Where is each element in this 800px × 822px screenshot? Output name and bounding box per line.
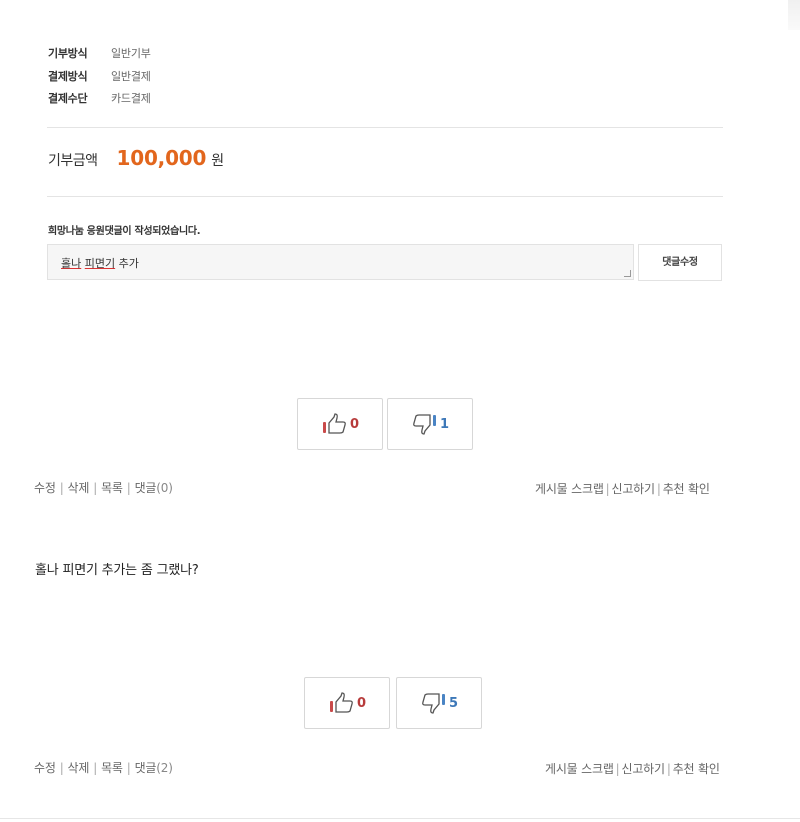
comment-text-word: 피면기 [84,257,116,270]
upvote-count: 0 [356,695,367,711]
comment-notice: 희망나눔 응원댓글이 작성되었습니다. [48,226,201,237]
comment-text-word: 추가 [118,257,139,270]
scrap-link[interactable]: 게시물 스크랩 [545,762,614,776]
separator: | [59,481,64,495]
resize-handle-icon[interactable] [624,270,631,277]
separator: | [656,482,661,496]
upvote-count: 0 [349,416,360,432]
recommend-check-link[interactable]: 추천 확인 [663,482,710,496]
info-row-method: 기부방식 일반기부 [48,42,151,65]
post-actions-left: 수정 | 삭제 | 목록 | 댓글(0) [34,479,173,496]
scrollbar-thumb[interactable] [788,0,800,30]
thumbs-down-icon [413,414,436,435]
thumbs-up-icon [329,692,353,713]
separator: | [666,762,671,776]
info-value: 카드결제 [111,92,151,106]
separator: | [126,761,131,775]
edit-comment-button[interactable]: 댓글수정 [638,244,722,281]
comment-text-word: 홀나 [61,257,82,270]
edit-link[interactable]: 수정 [34,481,56,495]
separator: | [59,761,64,775]
page-bottom-divider [0,818,800,819]
separator: | [93,481,98,495]
info-value: 일반기부 [111,47,151,61]
divider [47,127,723,128]
delete-link[interactable]: 삭제 [68,481,90,495]
amount-value: 100,000 [116,146,207,170]
amount-label: 기부금액 [48,153,98,169]
list-link[interactable]: 목록 [101,761,123,775]
downvote-button[interactable]: 1 [387,398,473,450]
report-link[interactable]: 신고하기 [612,482,656,496]
comment-count: (2) [156,761,173,775]
comment-link[interactable]: 댓글 [135,481,157,495]
recommend-check-link[interactable]: 추천 확인 [673,762,720,776]
info-value: 일반결제 [111,69,151,83]
info-label: 결제수단 [48,92,88,106]
separator: | [93,761,98,775]
delete-link[interactable]: 삭제 [68,761,90,775]
amount-unit: 원 [211,153,225,169]
post-actions-right: 게시물 스크랩 | 신고하기 | 추천 확인 [545,760,720,777]
info-row-payment-type: 결제방식 일반결제 [48,65,151,88]
info-label: 기부방식 [48,47,88,61]
scrap-link[interactable]: 게시물 스크랩 [535,482,604,496]
divider [47,196,723,197]
comment-count: (0) [156,481,173,495]
downvote-button[interactable]: 5 [396,677,482,729]
downvote-count: 5 [448,695,459,711]
downvote-count: 1 [439,416,450,432]
info-label: 결제방식 [48,69,88,83]
separator: | [615,762,620,776]
thumbs-down-icon [422,693,445,714]
comment-link[interactable]: 댓글 [135,761,157,775]
upvote-button[interactable]: 0 [304,677,390,729]
post-body-text: 홀나 피면기 추가는 좀 그랬나? [35,563,199,578]
edit-link[interactable]: 수정 [34,761,56,775]
donation-info: 기부방식 일반기부 결제방식 일반결제 결제수단 카드결제 [48,42,151,110]
donation-amount: 기부금액 100,000 원 [48,146,224,170]
separator: | [126,481,131,495]
info-row-payment-means: 결제수단 카드결제 [48,87,151,110]
list-link[interactable]: 목록 [101,481,123,495]
post-actions-right: 게시물 스크랩 | 신고하기 | 추천 확인 [535,480,710,497]
upvote-button[interactable]: 0 [297,398,383,450]
report-link[interactable]: 신고하기 [622,762,666,776]
thumbs-up-icon [322,413,346,434]
separator: | [605,482,610,496]
post-actions-left: 수정 | 삭제 | 목록 | 댓글(2) [34,759,173,776]
comment-textarea[interactable]: 홀나 피면기 추가 [47,244,634,280]
